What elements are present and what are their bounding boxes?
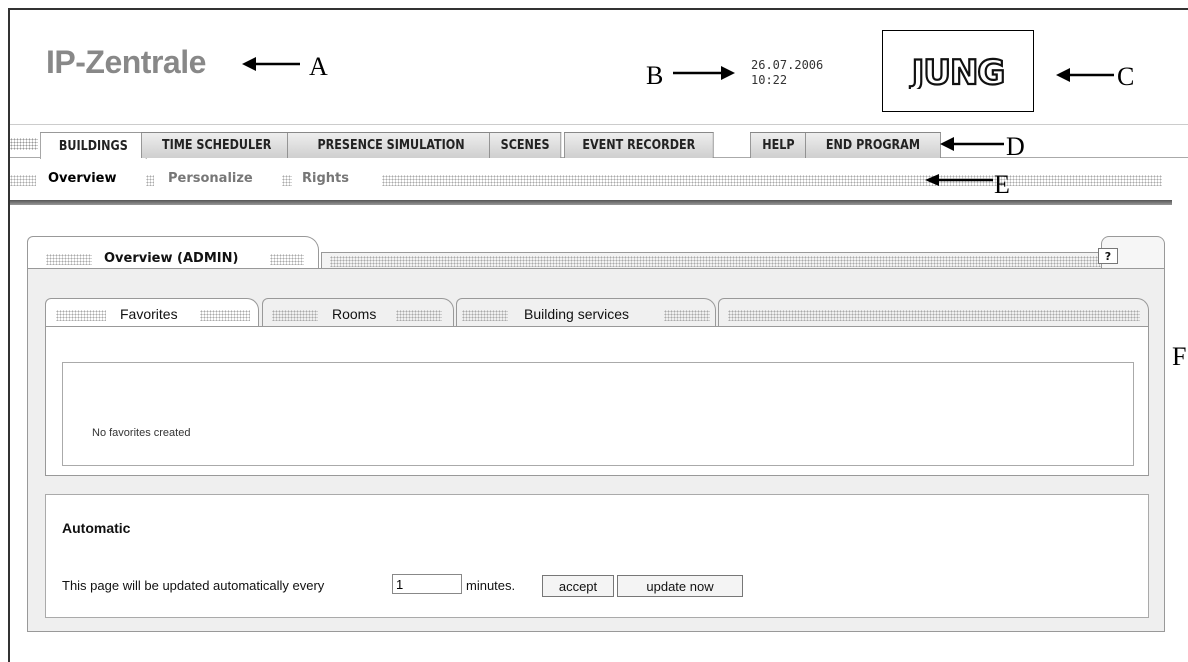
arrow-left-icon xyxy=(925,174,993,186)
datetime: 26.07.2006 10:22 xyxy=(751,58,823,88)
arrow-left-icon xyxy=(242,57,300,71)
automatic-section xyxy=(45,494,1149,618)
accept-button[interactable]: accept xyxy=(542,575,614,597)
grip-dots-icon xyxy=(664,310,710,321)
submenu-overview[interactable]: Overview xyxy=(48,171,117,186)
tab-buildings[interactable]: BUILDINGS xyxy=(40,132,147,159)
annotation-d: D xyxy=(1006,132,1025,161)
grip-dots-icon xyxy=(56,310,106,321)
app-title: IP-Zentrale xyxy=(46,44,206,80)
grip-dots-icon xyxy=(46,254,92,265)
grip-dots-icon xyxy=(10,138,38,150)
minutes-label: minutes. xyxy=(466,578,516,593)
submenu-rights[interactable]: Rights xyxy=(302,171,349,186)
tab-event-recorder[interactable]: EVENT RECORDER xyxy=(564,132,714,158)
jung-logo: JUNG xyxy=(909,53,1007,89)
grip-dots-icon xyxy=(10,175,36,186)
header-divider xyxy=(10,124,1188,125)
automatic-title: Automatic xyxy=(62,520,131,536)
favorites-list xyxy=(62,362,1134,466)
separator-dots xyxy=(146,175,154,186)
filler-dots xyxy=(330,256,1110,267)
annotation-b: B xyxy=(646,61,664,90)
date-label: 26.07.2006 xyxy=(751,58,824,72)
svg-text:JUNG: JUNG xyxy=(910,53,1005,89)
tab-end-program[interactable]: END PROGRAM xyxy=(805,132,941,158)
arrow-left-icon xyxy=(1056,68,1114,82)
content-divider xyxy=(10,200,1172,205)
minutes-input[interactable] xyxy=(392,574,462,594)
auto-update-text: This page will be updated automatically … xyxy=(62,578,325,593)
annotation-e: E xyxy=(994,170,1010,199)
grip-dots-icon xyxy=(396,310,442,321)
annotation-a: A xyxy=(309,52,328,81)
tab-time-scheduler[interactable]: TIME SCHEDULER xyxy=(141,132,293,158)
help-button[interactable]: ? xyxy=(1098,248,1118,264)
tab-help[interactable]: HELP xyxy=(750,132,807,158)
submenu-personalize[interactable]: Personalize xyxy=(168,171,253,186)
submenu-filler-dots xyxy=(382,175,1162,186)
tab-favorites-label[interactable]: Favorites xyxy=(120,306,178,322)
grip-dots-icon xyxy=(200,310,250,321)
time-label: 10:22 xyxy=(751,73,788,87)
logo-box: JUNG xyxy=(882,30,1034,112)
arrow-left-icon xyxy=(940,137,1004,151)
favorites-empty-message: No favorites created xyxy=(92,427,191,439)
annotation-c: C xyxy=(1117,62,1135,91)
separator-dots xyxy=(282,175,292,186)
tab-building-services-label[interactable]: Building services xyxy=(524,306,629,322)
tab-scenes[interactable]: SCENES xyxy=(489,132,562,158)
arrow-right-icon xyxy=(673,66,735,80)
tab-presence-simulation[interactable]: PRESENCE SIMULATION xyxy=(287,132,496,158)
grip-dots-icon xyxy=(462,310,508,321)
update-now-button[interactable]: update now xyxy=(617,575,743,597)
tab-rooms-label[interactable]: Rooms xyxy=(332,306,376,322)
panel-title: Overview (ADMIN) xyxy=(104,251,239,266)
grip-dots-icon xyxy=(270,254,304,265)
grip-dots-icon xyxy=(272,310,318,321)
filler-dots xyxy=(728,310,1140,321)
annotation-f: F xyxy=(1172,342,1187,371)
